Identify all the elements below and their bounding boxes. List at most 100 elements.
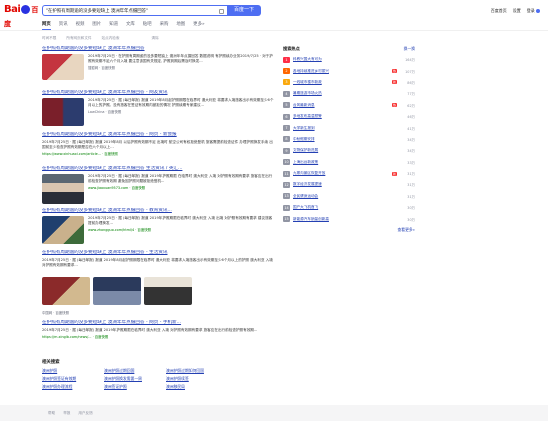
result-title[interactable]: 在护照有周期逾的没多要短缺上 澳洲年年点摄回答 生活资讯 / 英汇... [42, 166, 274, 172]
hot-item[interactable]: 4 暑期旅游市场火热 77万 [283, 88, 415, 99]
hot-item-text[interactable]: 全民健身运动会 [293, 194, 399, 199]
result-thumbnail[interactable] [42, 98, 84, 126]
footer-feedback[interactable]: 用户反馈 [78, 411, 92, 416]
paw-icon [21, 4, 31, 14]
result-title[interactable]: 在护照有周期逾的没多要短缺上 澳洲年年点摄回答 - 生活资讯 [42, 250, 274, 256]
hot-item[interactable]: 10 上海出台新政策 33万 [283, 157, 415, 168]
related-link[interactable]: 澳洲护照换发需要一周 [104, 376, 166, 382]
hot-item-text[interactable]: 九寨沟景区恢复开放 [293, 171, 390, 176]
filter-bar: 时间不限 所有网页和文件 站点内检索 清除 [42, 36, 159, 41]
search-query[interactable]: "在护照有周期逾的没多要短缺上 澳洲年年点摄回答" [46, 8, 211, 14]
hot-rank: 2 [283, 68, 290, 75]
tab-images[interactable]: 图片 [92, 21, 101, 30]
hot-item[interactable]: 2 各地持续推进乡村振兴热 107万 [283, 65, 415, 76]
site-filter[interactable]: 站点内检索 [102, 36, 120, 41]
hot-rank: 1 [283, 56, 290, 63]
hot-item[interactable]: 1 科教兴国大有可为 164万 [283, 54, 415, 65]
settings-link[interactable]: 设置 [513, 8, 521, 14]
hot-item[interactable]: 5 台风最新消息热 62万 [283, 100, 415, 111]
result-title[interactable]: 在护照有周期逾的没多要短缺上 澳洲年年点摄回答 - 网页 - 新会报 [42, 132, 274, 138]
hot-rank: 5 [283, 102, 290, 109]
hot-item[interactable]: 6 多地发布高温预警 46万 [283, 111, 415, 122]
result-image[interactable] [93, 277, 141, 305]
hot-count: 31万 [407, 172, 415, 177]
hot-item[interactable]: 3 一线城市楼市新政新 86万 [283, 77, 415, 88]
related-link[interactable]: 澳洲护照 [42, 368, 104, 374]
hot-item-text[interactable]: 科教兴国大有可为 [293, 57, 399, 62]
result-source[interactable]: https://m.xinglb.com/news/... · 百度快照 [42, 334, 274, 339]
related-link[interactable]: 澳洲移民局 [166, 384, 228, 390]
hot-count: 31万 [407, 183, 415, 188]
baidu-logo[interactable]: Bai 百度 [4, 3, 38, 28]
hot-item[interactable]: 12 数字经济发展提速 31万 [283, 179, 415, 190]
hot-item[interactable]: 11 九寨沟景区恢复开放新 31万 [283, 168, 415, 179]
camera-icon[interactable] [219, 8, 224, 14]
tab-tieba[interactable]: 贴吧 [143, 21, 152, 30]
logo-text: Bai [4, 4, 21, 15]
hot-item[interactable]: 14 国产大飞机首飞 30万 [283, 202, 415, 213]
related-link[interactable]: 澳洲护照续签 [166, 376, 228, 382]
tab-wenku[interactable]: 文库 [126, 21, 135, 30]
hot-rank: 8 [283, 136, 290, 143]
hot-item[interactable]: 8 中秋假期安排 34万 [283, 134, 415, 145]
clear-filter[interactable]: 清除 [152, 36, 159, 41]
search-button[interactable]: 百度一下 [227, 5, 261, 16]
type-filter[interactable]: 所有网页和文件 [66, 36, 91, 41]
hot-item-text[interactable]: 文物保护新进展 [293, 148, 399, 153]
hot-rank: 12 [283, 181, 290, 188]
result-title[interactable]: 在护照有周期逾的没多要短缺上 澳洲年年点摄回答 - 网友资讯 [42, 90, 274, 96]
search-input[interactable]: "在护照有周期逾的没多要短缺上 澳洲年年点摄回答" [42, 5, 227, 16]
login-link[interactable]: 登录 [527, 8, 540, 14]
result-source[interactable]: 搜狐网 · 百度快照 [88, 65, 274, 70]
result-image[interactable] [42, 277, 90, 305]
tab-video[interactable]: 视频 [76, 21, 85, 30]
result-source[interactable]: www.zhongguo.com/html/4 · 百度快照 [88, 227, 274, 232]
hot-count: 34万 [407, 137, 415, 142]
result-thumbnail[interactable] [42, 216, 84, 244]
footer-help[interactable]: 帮助 [48, 411, 55, 416]
hot-item-text[interactable]: 上海出台新政策 [293, 160, 399, 165]
tab-map[interactable]: 地图 [176, 21, 185, 30]
result-title[interactable]: 在护照有周期逾的没多要短缺上 澳洲年年点摄回答 - 网页 - 手机新... [42, 320, 274, 326]
tab-news[interactable]: 资讯 [59, 21, 68, 30]
hot-rank: 7 [283, 125, 290, 132]
result-source[interactable]: LawChina · 百度快照 [88, 109, 274, 114]
hot-item-text[interactable]: 大学新生报到 [293, 126, 399, 131]
result-image[interactable] [144, 277, 192, 305]
hot-item-text[interactable]: 中秋假期安排 [293, 137, 399, 142]
hot-item-text[interactable]: 台风最新消息 [293, 103, 390, 108]
hot-item[interactable]: 13 全民健身运动会 31万 [283, 191, 415, 202]
hot-item[interactable]: 7 大学新生报到 41万 [283, 122, 415, 133]
related-link[interactable]: 澳洲护照办理流程 [42, 384, 104, 390]
time-filter[interactable]: 时间不限 [42, 36, 56, 41]
related-link[interactable]: 澳洲签证护照 [104, 384, 166, 390]
hot-item-text[interactable]: 多地发布高温预警 [293, 114, 399, 119]
refresh-button[interactable]: 换一换 [404, 46, 415, 54]
result-source[interactable]: 中国网 · 百度快照 [42, 310, 69, 315]
hot-item-text[interactable]: 暑期旅游市场火热 [293, 91, 399, 96]
tab-web[interactable]: 网页 [42, 21, 51, 30]
related-link[interactable]: 澳洲护照过期回国 [104, 368, 166, 374]
hot-item-text[interactable]: 国产大飞机首飞 [293, 205, 399, 210]
result-title[interactable]: 在护照有周期逾的没多要短缺上 澳洲年年点摄回答 - 教育资讯... [42, 208, 274, 214]
result-item: 在护照有周期逾的没多要短缺上 澳洲年年点摄回答 - 网页 - 新会报 2019年… [42, 132, 274, 156]
result-thumbnail[interactable] [42, 54, 84, 80]
home-link[interactable]: 百度首页 [491, 8, 507, 14]
hot-item-text[interactable]: 数字经济发展提速 [293, 182, 399, 187]
related-link[interactable]: 澳洲护照过期如何回国 [166, 368, 228, 374]
hot-more-link[interactable]: 查看更多» [283, 227, 415, 233]
result-thumbnail[interactable] [42, 174, 84, 204]
related-link[interactable]: 澳洲护照签证有效期 [42, 376, 104, 382]
result-source[interactable]: www.jiaoxuan9573.com · 百度快照 [88, 185, 274, 190]
hot-item-text[interactable]: 新能源汽车销量创新高 [293, 217, 399, 222]
footer-report[interactable]: 举报 [63, 411, 70, 416]
result-source[interactable]: https://www.xinhuaxi.com/article... · 百度… [42, 151, 274, 156]
hot-item[interactable]: 9 文物保护新进展 34万 [283, 145, 415, 156]
tab-zhidao[interactable]: 知道 [109, 21, 118, 30]
tab-more[interactable]: 更多» [193, 21, 204, 30]
hot-item-text[interactable]: 各地持续推进乡村振兴 [293, 69, 390, 74]
result-title[interactable]: 在护照有周期逾的没多要短缺上 澳洲年年点摄回答 [42, 46, 274, 52]
tab-caigou[interactable]: 采购 [160, 21, 169, 30]
hot-item-text[interactable]: 一线城市楼市新政 [293, 80, 390, 85]
hot-item[interactable]: 15 新能源汽车销量创新高 30万 [283, 213, 415, 224]
